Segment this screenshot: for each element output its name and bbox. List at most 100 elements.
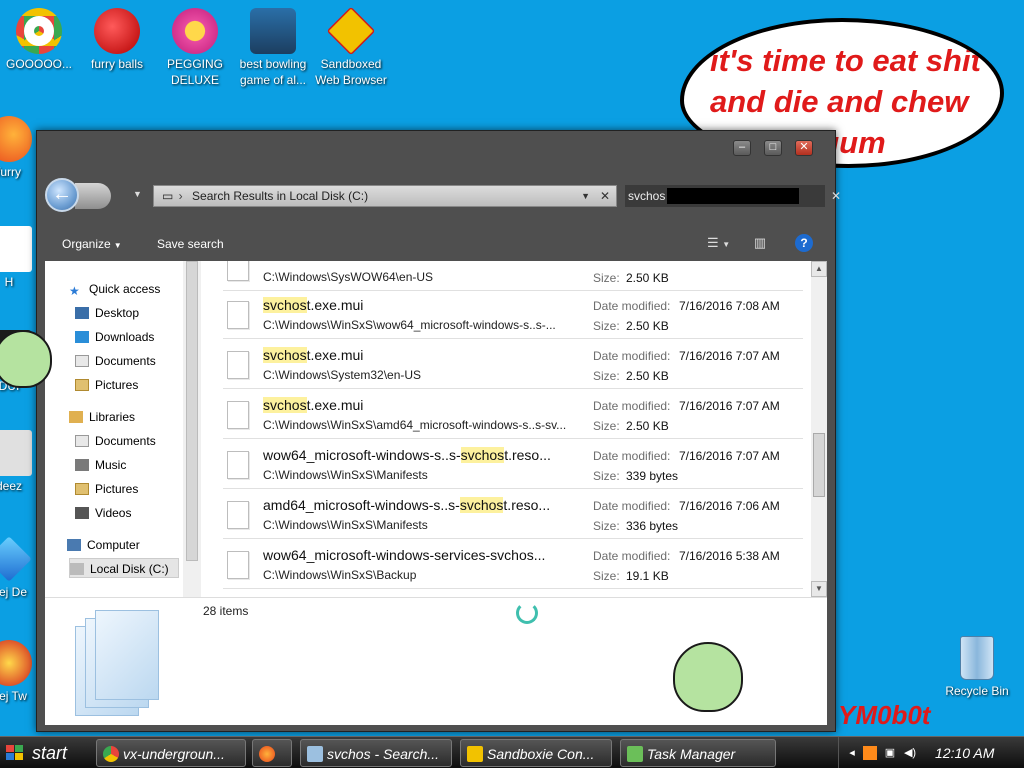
date-label: Date modified: (593, 549, 671, 563)
desktop-icon-3[interactable]: PEGGING DELUXE (156, 8, 234, 88)
taskbar-button-explorer[interactable]: svchos - Search... (300, 739, 452, 767)
nav-lib-pictures[interactable]: Pictures (75, 479, 138, 499)
nav-label: Videos (95, 506, 132, 520)
desktop-icon-5[interactable]: Sandboxed Web Browser (312, 6, 390, 88)
desktop-icon-1[interactable]: GOOOOO... (0, 8, 78, 72)
taskbar-button-task-manager[interactable]: Task Manager (620, 739, 776, 767)
date-label: Date modified: (593, 449, 671, 463)
date-value: 7/16/2016 5:38 AM (679, 549, 780, 563)
taskbar: start vx-undergroun... svchos - Search..… (0, 736, 1024, 768)
result-row[interactable]: wow64_microsoft-windows-s..s-svchost.res… (223, 441, 803, 489)
file-icon (227, 301, 249, 329)
result-row[interactable]: svchost.exe.mui C:\Windows\System32\en-U… (223, 341, 803, 389)
gem-twist-icon (0, 640, 32, 686)
drive-icon (70, 563, 84, 575)
command-bar: Organize ▼ Save search ☰ ▼ ▥ ? (37, 217, 835, 261)
address-dropdown-icon[interactable]: ▼ (581, 186, 590, 206)
result-row[interactable]: svchost.exe.mui C:\Windows\WinSxS\wow64_… (223, 291, 803, 339)
desktop-icon-label: furry balls (90, 57, 143, 71)
tray-app-icon[interactable] (863, 746, 877, 760)
results-scrollbar[interactable]: ▲ ▼ (811, 261, 827, 597)
nav-local-disk[interactable]: Local Disk (C:) (69, 558, 179, 578)
nav-libraries[interactable]: Libraries (69, 407, 135, 427)
nav-computer[interactable]: Computer (67, 535, 140, 555)
star-icon: ★ (69, 284, 80, 298)
nav-documents[interactable]: Documents📌 (75, 351, 200, 371)
start-button[interactable]: start (0, 737, 92, 768)
back-arrow-icon[interactable]: ← (45, 178, 79, 212)
search-input[interactable]: svchos ✕ (625, 185, 841, 207)
save-search-button[interactable]: Save search (157, 237, 224, 251)
taskbar-button-sandboxie[interactable]: Sandboxie Con... (460, 739, 612, 767)
nav-label: Documents (95, 354, 156, 368)
desktop-icon-label: PEGGING DELUXE (166, 57, 223, 87)
search-clear-icon[interactable]: ✕ (831, 185, 841, 207)
taskbar-button-firefox[interactable] (252, 739, 292, 767)
file-icon (227, 451, 249, 479)
nav-lib-documents[interactable]: Documents (75, 431, 156, 451)
scrollbar-thumb[interactable] (186, 261, 198, 561)
date-label: Date modified: (593, 299, 671, 313)
result-row[interactable]: svchost.exe.mui C:\Windows\WinSxS\amd64_… (223, 391, 803, 439)
date-value: 7/16/2016 7:08 AM (679, 299, 780, 313)
view-options[interactable]: ☰ ▼ ▥ (707, 235, 766, 251)
date-value: 7/16/2016 7:06 AM (679, 499, 780, 513)
nav-quick-access[interactable]: ★ Quick access (69, 279, 160, 299)
preview-pane-icon[interactable]: ▥ (754, 235, 766, 250)
scroll-up-icon[interactable]: ▲ (811, 261, 827, 277)
chevron-down-icon: ▼ (113, 241, 122, 250)
close-button[interactable]: ✕ (795, 140, 813, 156)
window-titlebar[interactable]: – □ ✕ (37, 131, 835, 171)
scrollbar-thumb[interactable] (813, 433, 825, 497)
chrome-icon (16, 8, 62, 54)
result-path: C:\Windows\WinSxS\Manifests (263, 468, 428, 482)
maximize-button[interactable]: □ (764, 140, 782, 156)
nav-pane-scrollbar[interactable] (183, 261, 201, 597)
result-name: wow64_microsoft-windows-services-svchos.… (263, 547, 546, 563)
result-row[interactable]: C:\Windows\SysWOW64\en-US Size: 2.50 KB (223, 261, 803, 291)
result-name: amd64_microsoft-windows-s..s-svchost.res… (263, 497, 551, 513)
task-manager-icon (627, 746, 643, 762)
result-name: svchost.exe.mui (263, 397, 364, 413)
character-sticker-left (0, 330, 52, 388)
result-path: C:\Windows\WinSxS\wow64_microsoft-window… (263, 318, 556, 332)
result-row[interactable]: wow64_microsoft-windows-services-svchos.… (223, 541, 803, 589)
minimize-button[interactable]: – (733, 140, 751, 156)
nav-lib-videos[interactable]: Videos (75, 503, 131, 523)
windows-logo-icon (6, 745, 23, 760)
desktop-icon-2[interactable]: furry balls (78, 8, 156, 72)
item-count: 28 items (203, 604, 249, 618)
navigation-bar: ← ▼ ▭ › Search Results in Local Disk (C:… (37, 171, 841, 217)
forward-button[interactable] (75, 183, 111, 209)
results-list: C:\Windows\SysWOW64\en-US Size: 2.50 KB … (201, 261, 827, 597)
volume-icon[interactable]: ◀) (903, 746, 917, 760)
address-bar[interactable]: ▭ › Search Results in Local Disk (C:) ▼ … (153, 185, 617, 207)
desktop-icon-label: Bej Tw (0, 689, 27, 703)
nav-downloads[interactable]: Downloads📌 (75, 327, 200, 347)
nav-lib-music[interactable]: Music (75, 455, 126, 475)
desktop-icon-4[interactable]: best bowling game of al... (234, 8, 312, 88)
watermark-text: YM0b0t (838, 700, 931, 730)
nav-desktop[interactable]: Desktop📌 (75, 303, 200, 323)
help-icon[interactable]: ? (795, 234, 813, 252)
size-value: 19.1 KB (626, 569, 669, 583)
organize-button[interactable]: Organize ▼ (62, 237, 122, 251)
taskbar-button-chrome[interactable]: vx-undergroun... (96, 739, 246, 767)
result-row[interactable]: amd64_microsoft-windows-s..s-svchost.res… (223, 491, 803, 539)
explorer-window[interactable]: – □ ✕ ← ▼ ▭ › Search Results in Local Di… (36, 130, 841, 732)
scroll-down-icon[interactable]: ▼ (811, 581, 827, 597)
address-clear-icon[interactable]: ✕ (600, 186, 610, 206)
recycle-bin[interactable]: Recycle Bin (942, 636, 1012, 698)
nav-label: Downloads (95, 330, 155, 344)
nav-pictures[interactable]: Pictures📌 (75, 375, 200, 395)
view-chevron-icon[interactable]: ▼ (722, 240, 730, 249)
network-icon[interactable]: ▣ (883, 746, 897, 760)
clock[interactable]: 12:10 AM (935, 745, 994, 761)
pegging-icon (172, 8, 218, 54)
recent-pages-chevron-icon[interactable]: ▼ (133, 189, 142, 199)
tray-arrow-icon[interactable]: ◂ (845, 746, 859, 760)
system-tray: ◂ ▣ ◀) 12:10 AM (838, 737, 1024, 768)
result-path: C:\Windows\WinSxS\Backup (263, 568, 417, 582)
change-view-icon[interactable]: ☰ (707, 235, 719, 250)
nav-label: Quick access (89, 282, 161, 296)
